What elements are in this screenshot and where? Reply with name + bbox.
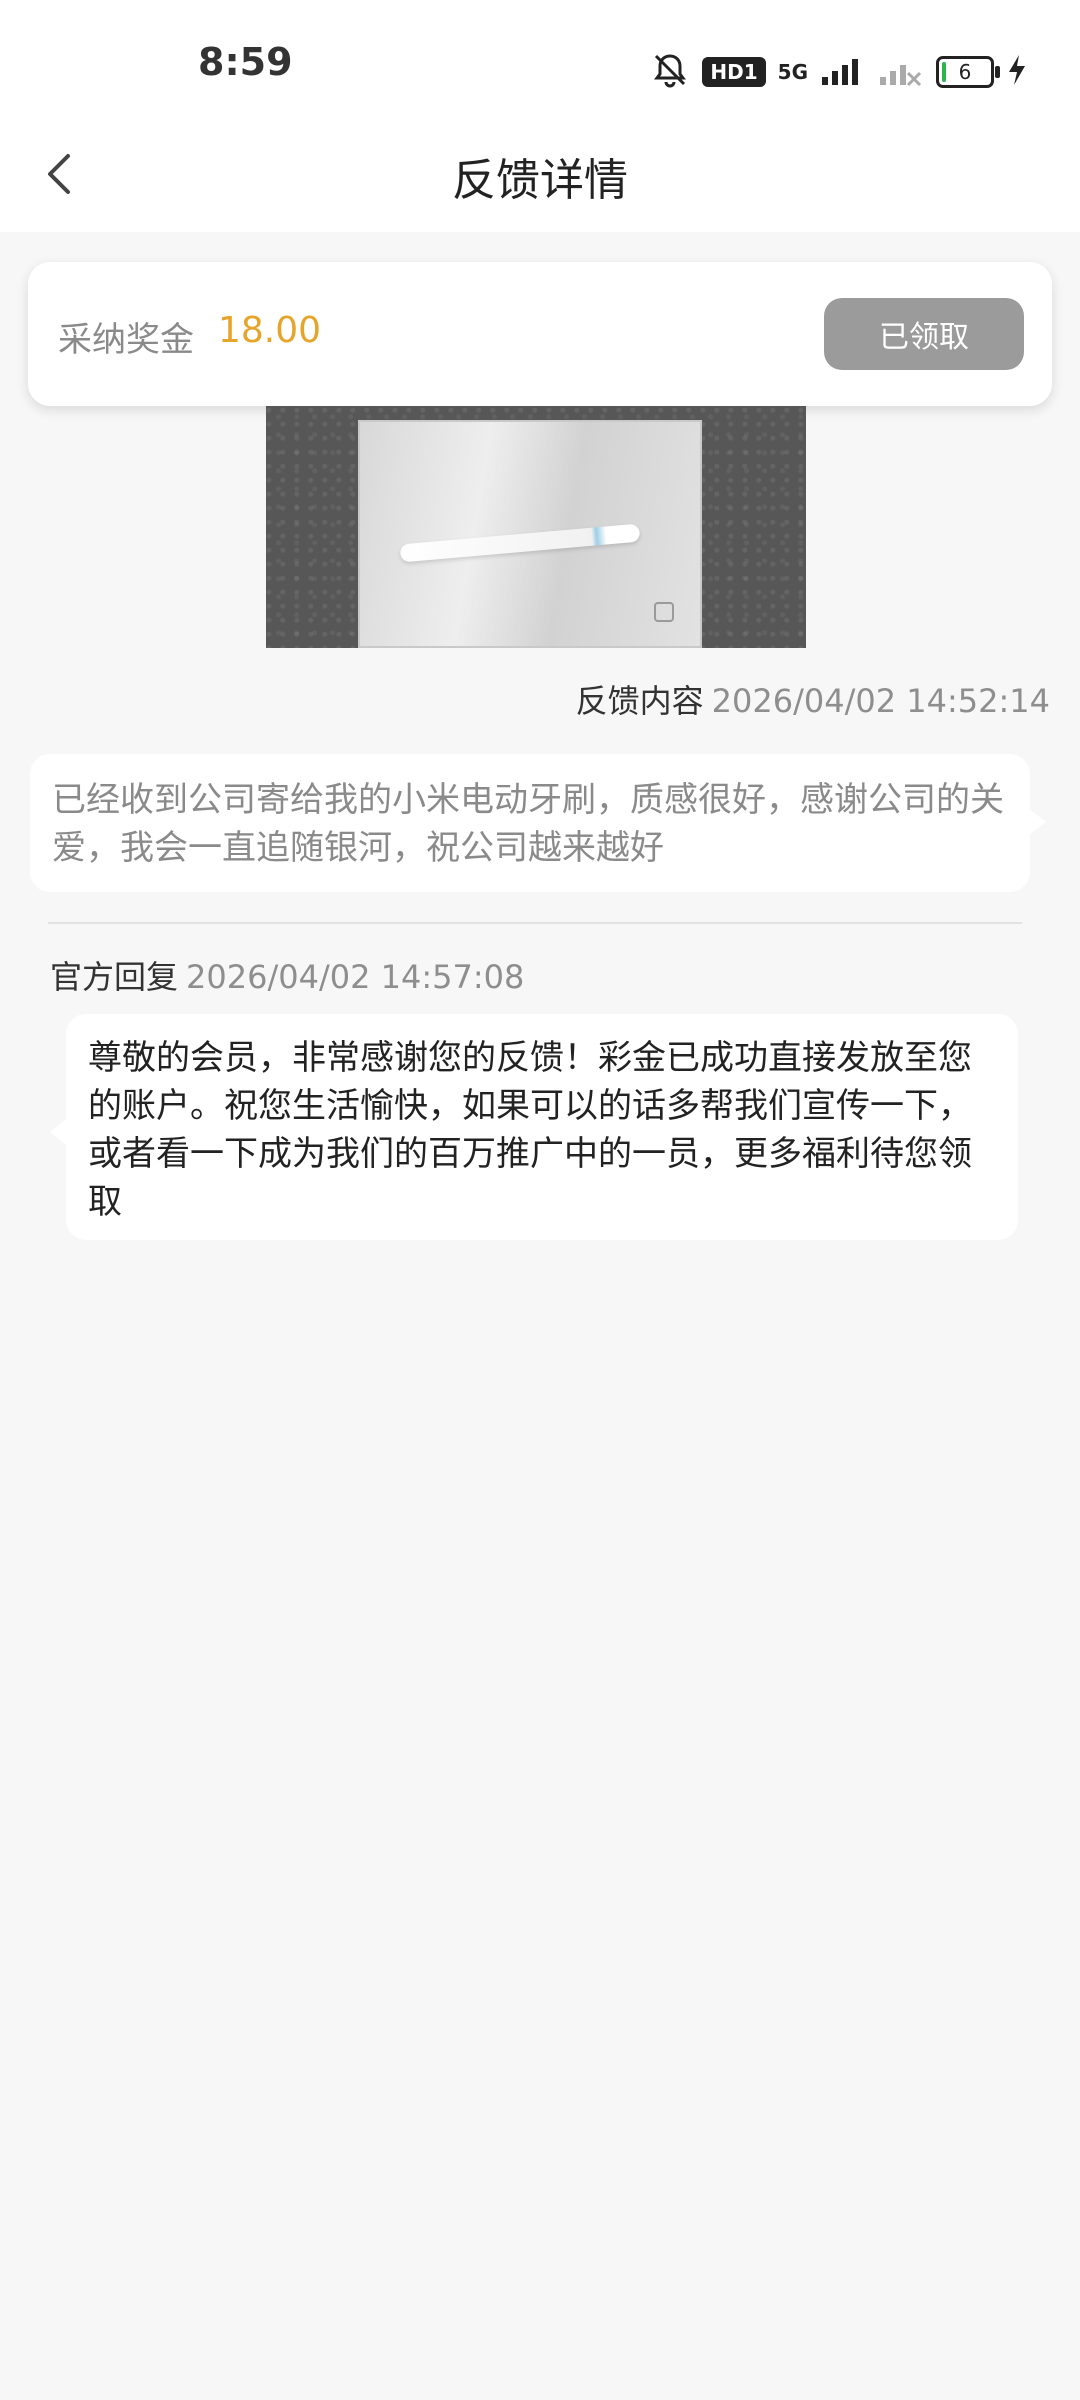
battery-icon: 6	[936, 56, 1000, 88]
status-bar: 8:59 HD1 5G 6	[0, 0, 1080, 120]
feedback-bubble: 已经收到公司寄给我的小米电动牙刷，质感很好，感谢公司的关爱，我会一直追随银河，祝…	[30, 754, 1046, 892]
feedback-photo[interactable]	[266, 406, 806, 648]
divider	[48, 922, 1022, 924]
bolt-icon	[1006, 53, 1028, 91]
feedback-label: 反馈内容	[575, 682, 704, 720]
reward-amount: 18.00	[218, 310, 322, 351]
box-logo	[654, 602, 674, 622]
reply-content: 尊敬的会员，非常感谢您的反馈！彩金已成功直接发放至您的账户。祝您生活愉快，如果可…	[88, 1038, 972, 1222]
reply-time: 2026/04/02 14:57:08	[186, 958, 525, 996]
feedback-time: 2026/04/02 14:52:14	[711, 682, 1050, 720]
reply-meta: 官方回复 2026/04/02 14:57:08	[50, 952, 524, 998]
product-box	[358, 420, 702, 648]
hd-badge: HD1	[702, 57, 766, 87]
feedback-meta: 反馈内容 2026/04/02 14:52:14	[576, 676, 1050, 722]
toothbrush-image	[399, 523, 641, 563]
status-time: 8:59	[198, 40, 293, 84]
signal-weak-icon	[878, 53, 924, 91]
feedback-content: 已经收到公司寄给我的小米电动牙刷，质感很好，感谢公司的关爱，我会一直追随银河，祝…	[52, 780, 1004, 868]
page-title: 反馈详情	[452, 155, 628, 206]
reply-label: 官方回复	[50, 958, 179, 996]
nav-bar: 反馈详情	[0, 120, 1080, 232]
reward-label: 采纳奖金	[58, 320, 194, 360]
network-indicator: 5G	[778, 62, 808, 82]
claimed-button[interactable]: 已领取	[824, 298, 1024, 370]
battery-level: 6	[958, 60, 972, 84]
bell-off-icon	[650, 50, 690, 94]
status-icons: HD1 5G 6	[650, 48, 1028, 96]
network-label: 5G	[777, 60, 808, 84]
reply-bubble: 尊敬的会员，非常感谢您的反馈！彩金已成功直接发放至您的账户。祝您生活愉快，如果可…	[50, 1014, 1018, 1240]
reward-card: 采纳奖金 18.00 已领取	[28, 262, 1052, 406]
signal-icon	[820, 53, 866, 91]
